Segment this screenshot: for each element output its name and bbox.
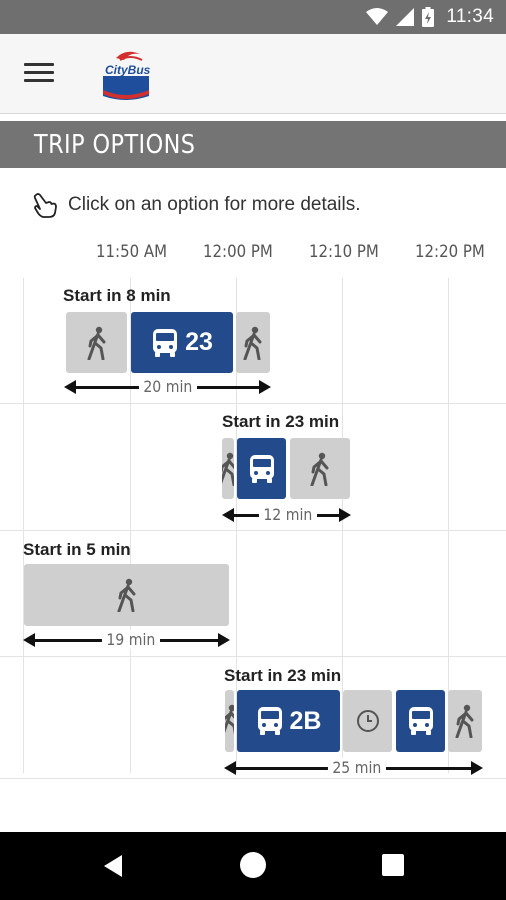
system-nav-bar (0, 832, 506, 900)
walk-segment (24, 564, 229, 626)
signal-icon (396, 8, 415, 26)
status-icons: 11:34 (366, 5, 494, 29)
walk-segment (448, 690, 482, 752)
page-title: TRIP OPTIONS (34, 130, 196, 160)
menu-icon (24, 63, 54, 66)
walk-segment (222, 438, 234, 499)
bus-segment: 2B (237, 690, 340, 752)
trip-duration: 12 min (258, 505, 317, 524)
wait-segment (343, 690, 392, 752)
time-tick: 12:10 PM (309, 242, 379, 262)
walk-icon (222, 452, 234, 486)
hand-pointer-icon (33, 193, 57, 218)
home-button[interactable] (240, 852, 266, 878)
trip-duration: 25 min (327, 758, 386, 777)
trip-option[interactable]: Start in 23 min 12 min (0, 408, 506, 528)
time-tick: 12:20 PM (415, 242, 485, 262)
bus-segment (396, 690, 445, 752)
battery-icon (422, 7, 435, 27)
walk-icon (86, 326, 108, 360)
trip-option[interactable]: Start in 23 min 2B 25 min (0, 662, 506, 782)
status-bar: 11:34 (0, 0, 506, 34)
trip-option[interactable]: Start in 8 min 23 20 min (0, 282, 506, 402)
time-tick: 11:50 AM (96, 242, 168, 262)
hint-row: Click on an option for more details. (30, 190, 361, 220)
trip-start-label: Start in 23 min (222, 412, 340, 431)
walk-icon (116, 578, 138, 612)
walk-segment (66, 312, 127, 373)
walk-segment (225, 690, 234, 752)
bus-icon (407, 706, 435, 736)
walk-icon (242, 326, 264, 360)
menu-button[interactable] (22, 60, 56, 88)
trip-start-label: Start in 23 min (224, 666, 342, 685)
bus-icon (256, 706, 284, 736)
bus-icon (248, 454, 276, 484)
hint-text: Click on an option for more details. (68, 194, 361, 215)
duration-indicator: 12 min (222, 505, 351, 525)
trip-start-label: Start in 5 min (23, 540, 131, 559)
citybus-logo: CityBus (103, 51, 151, 100)
bus-segment: 23 (131, 312, 233, 373)
duration-indicator: 19 min (23, 630, 230, 650)
walk-icon (225, 704, 234, 738)
time-tick: 12:00 PM (203, 242, 273, 262)
trip-option[interactable]: Start in 5 min 19 min (0, 536, 506, 656)
section-header: TRIP OPTIONS (0, 121, 506, 168)
app-bar: CityBus (0, 34, 506, 114)
wifi-icon (366, 8, 389, 25)
route-number: 2B (289, 706, 322, 735)
route-number: 23 (185, 328, 213, 356)
duration-indicator: 25 min (224, 758, 483, 778)
walk-segment (236, 312, 270, 373)
logo-text: CityBus (105, 63, 151, 77)
trip-start-label: Start in 8 min (63, 286, 171, 305)
walk-segment (290, 438, 350, 499)
walk-icon (454, 704, 476, 738)
back-icon[interactable] (102, 853, 124, 879)
trip-duration: 19 min (101, 630, 160, 649)
clock-icon (356, 709, 380, 733)
bus-icon (151, 328, 179, 358)
status-time: 11:34 (446, 6, 494, 27)
recents-button[interactable] (382, 854, 404, 876)
duration-indicator: 20 min (64, 377, 271, 397)
trip-duration: 20 min (138, 377, 197, 396)
bus-segment (237, 438, 286, 499)
walk-icon (309, 452, 331, 486)
